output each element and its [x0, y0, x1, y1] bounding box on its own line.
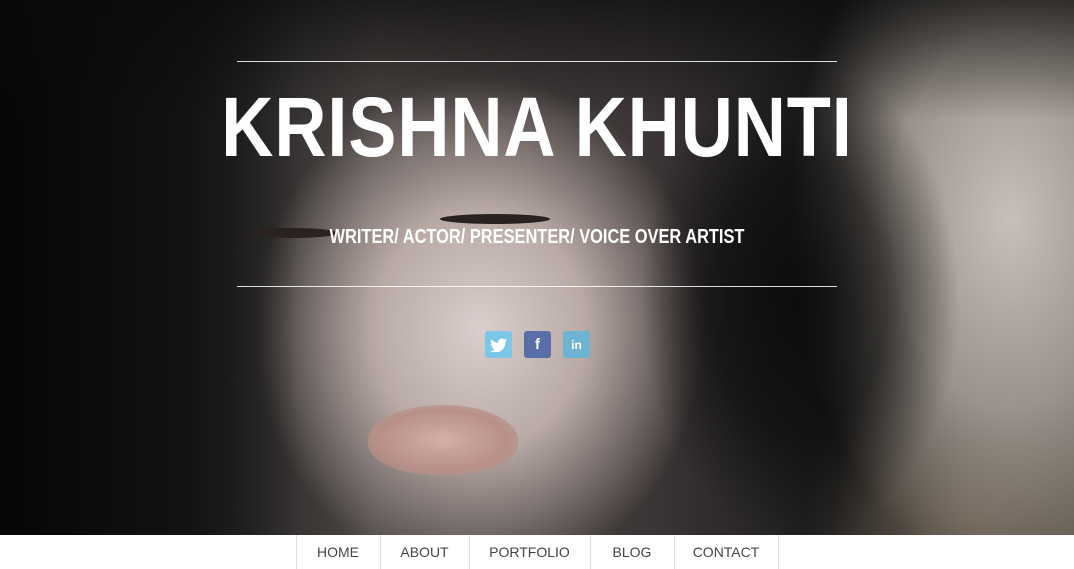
site-tagline: WRITER/ ACTOR/ PRESENTER/ VOICE OVER ART… — [329, 226, 745, 248]
top-divider — [237, 61, 837, 62]
nav-item-portfolio[interactable]: PORTFOLIO — [470, 535, 591, 569]
linkedin-glyph: in — [571, 337, 582, 352]
twitter-icon[interactable] — [485, 331, 512, 358]
bottom-divider — [237, 286, 837, 287]
facebook-glyph: f — [535, 336, 540, 353]
nav-item-blog[interactable]: BLOG — [591, 535, 675, 569]
hero-background-photo: KRISHNA KHUNTI WRITER/ ACTOR/ PRESENTER/… — [0, 0, 1074, 535]
twitter-bird-icon — [489, 338, 507, 352]
main-navigation: HOME ABOUT PORTFOLIO BLOG CONTACT — [0, 535, 1074, 569]
site-title: KRISHNA KHUNTI — [221, 80, 853, 174]
nav-item-home[interactable]: HOME — [297, 535, 381, 569]
social-links: f in — [485, 331, 590, 358]
nav-item-contact[interactable]: CONTACT — [675, 535, 779, 569]
facebook-icon[interactable]: f — [524, 331, 551, 358]
nav-menu: HOME ABOUT PORTFOLIO BLOG CONTACT — [295, 535, 779, 569]
hero-photo-lips — [368, 405, 518, 475]
hero-photo-eye-right — [440, 214, 550, 224]
nav-item-about[interactable]: ABOUT — [381, 535, 470, 569]
linkedin-icon[interactable]: in — [563, 331, 590, 358]
